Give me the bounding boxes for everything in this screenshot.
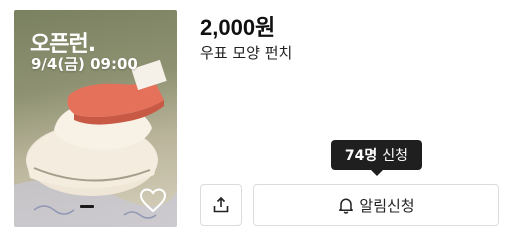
open-date-label: 9/4(금) 09:00 [31,55,138,73]
applicant-count-tooltip: 74명 신청 [331,140,422,176]
notify-label: 알림신청 [359,196,415,215]
applicant-suffix: 신청 [382,148,409,164]
product-price: 2,000원 [200,15,276,40]
heart-icon[interactable] [139,187,167,213]
share-button[interactable] [200,184,242,226]
notify-button[interactable]: 알림신청 [253,184,499,226]
product-card: 오픈런. 9/4(금) 09:00 2,000원 우표 모양 펀치 74명 신청… [0,0,510,240]
product-title[interactable]: 우표 모양 펀치 [200,42,292,63]
bell-icon [339,198,354,214]
pager-dot-active[interactable] [80,205,94,208]
applicant-count: 74명 [344,148,378,164]
product-image[interactable]: 오픈런. 9/4(금) 09:00 [14,10,177,227]
image-pager [80,205,94,208]
share-icon [213,196,229,213]
